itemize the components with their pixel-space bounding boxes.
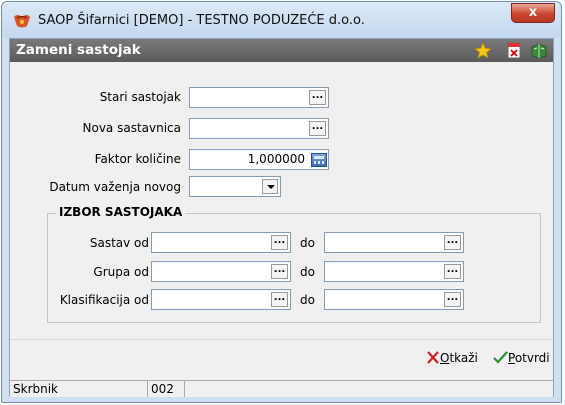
form-title: Zameni sastojak: [16, 42, 141, 58]
klasifikacija-od-field[interactable]: ...: [151, 289, 291, 310]
nova-sastavnica-field[interactable]: ...: [189, 118, 329, 139]
datum-vazenja-dropdown[interactable]: [189, 176, 281, 197]
sastav-od-field[interactable]: ...: [151, 232, 291, 253]
delete-document-icon[interactable]: [505, 42, 523, 59]
datum-vazenja-label: Datum važenja novog: [49, 180, 181, 194]
title-bar[interactable]: SAOP Šifarnici [DEMO] - TESTNO PODUZEĆE …: [2, 2, 561, 38]
dialog-window: SAOP Šifarnici [DEMO] - TESTNO PODUZEĆE …: [1, 1, 562, 403]
grupa-do-field[interactable]: ...: [324, 261, 464, 282]
faktor-kolicine-label: Faktor količine: [94, 152, 181, 166]
group-title: IZBOR SASTOJAKA: [56, 205, 186, 219]
chevron-down-icon[interactable]: [262, 179, 278, 194]
cancel-label-rest: tkaži: [449, 351, 478, 365]
calculator-icon[interactable]: [311, 153, 327, 167]
status-divider: [147, 381, 148, 397]
grupa-do-label: do: [300, 265, 315, 279]
klasifikacija-do-lookup-button[interactable]: ...: [444, 292, 461, 307]
close-button[interactable]: x: [511, 3, 555, 23]
nova-sastavnica-lookup-button[interactable]: ...: [309, 121, 326, 136]
stari-sastojak-field[interactable]: ...: [189, 87, 329, 108]
klasifikacija-do-label: do: [300, 293, 315, 307]
grupa-od-lookup-button[interactable]: ...: [271, 264, 288, 279]
dialog-client: Zameni sastojak Stari sastojak ... Nova …: [9, 38, 554, 397]
klasifikacija-od-label: Klasifikacija od: [59, 293, 149, 307]
status-value: 002: [151, 382, 174, 396]
grupa-od-label: Grupa od: [93, 265, 149, 279]
grupa-do-lookup-button[interactable]: ...: [444, 264, 461, 279]
confirm-button[interactable]: Potvrdi: [493, 351, 550, 365]
cancel-button[interactable]: Otkaži: [426, 351, 478, 365]
klasifikacija-do-field[interactable]: ...: [324, 289, 464, 310]
confirm-label-rest: otvrdi: [514, 351, 550, 365]
faktor-kolicine-field[interactable]: 1,000000: [189, 149, 329, 170]
close-icon: [427, 351, 439, 364]
star-icon[interactable]: [474, 42, 492, 59]
checkmark-icon: [493, 351, 508, 364]
sastav-do-lookup-button[interactable]: ...: [444, 235, 461, 250]
sastav-od-label: Sastav od: [89, 236, 149, 250]
book-icon[interactable]: [530, 42, 548, 59]
separator: [10, 339, 553, 340]
nova-sastavnica-label: Nova sastavnica: [82, 121, 182, 135]
sastav-do-field[interactable]: ...: [324, 232, 464, 253]
app-icon: [14, 15, 30, 28]
window-title: SAOP Šifarnici [DEMO] - TESTNO PODUZEĆE …: [38, 13, 365, 28]
confirm-accelerator: P: [508, 351, 515, 365]
stari-sastojak-label: Stari sastojak: [99, 90, 181, 104]
status-divider: [184, 381, 185, 397]
klasifikacija-od-lookup-button[interactable]: ...: [271, 292, 288, 307]
sastav-od-lookup-button[interactable]: ...: [271, 235, 288, 250]
sastav-do-label: do: [300, 236, 315, 250]
form-header: Zameni sastojak: [10, 39, 553, 62]
status-bar: Skrbnik 002: [10, 380, 553, 397]
faktor-kolicine-value: 1,000000: [247, 152, 305, 166]
grupa-od-field[interactable]: ...: [151, 261, 291, 282]
status-label: Skrbnik: [13, 382, 59, 396]
stari-sastojak-lookup-button[interactable]: ...: [309, 90, 326, 105]
